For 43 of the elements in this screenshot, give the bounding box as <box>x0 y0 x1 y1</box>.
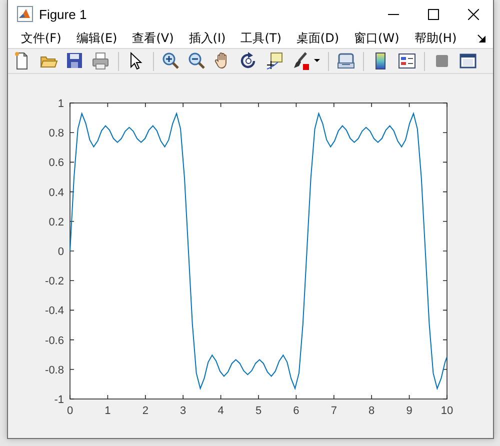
data-tip-icon[interactable] <box>265 51 285 71</box>
brush-icon[interactable] <box>291 51 311 71</box>
tick-label: -1 <box>54 394 64 406</box>
logo-icon <box>17 6 33 22</box>
zoom-out-icon[interactable] <box>187 51 207 71</box>
menu-item[interactable]: 插入(I) <box>182 28 233 48</box>
tick-label: 1 <box>104 405 111 417</box>
window-icon[interactable] <box>458 51 478 71</box>
zoom-in-icon[interactable] <box>161 51 181 71</box>
tick-label: 7 <box>330 405 337 417</box>
tick-label: 4 <box>218 405 224 417</box>
tick-label: 3 <box>180 405 186 417</box>
tick-label: 0.8 <box>48 128 64 140</box>
menu-item[interactable]: 工具(T) <box>234 28 288 48</box>
tick-label: 0 <box>58 246 64 258</box>
tick-label: 0 <box>66 405 74 417</box>
tick-label: -0.4 <box>45 305 64 318</box>
close-icon[interactable] <box>468 8 478 20</box>
tick-label: 9 <box>406 405 412 417</box>
menu-item[interactable]: 帮助(H) <box>407 28 464 48</box>
tick-label: 0.6 <box>48 157 64 170</box>
menu-item[interactable]: 文件(F) <box>14 28 68 48</box>
print-icon[interactable] <box>91 51 111 71</box>
menu-item[interactable]: 编辑(E) <box>69 28 124 48</box>
legend-icon[interactable] <box>397 51 417 71</box>
menu-item[interactable]: 窗口(W) <box>347 28 406 48</box>
menu-item[interactable]: 桌面(D) <box>289 28 346 48</box>
tick-label: -0.8 <box>45 364 64 376</box>
window-title: Figure 1 <box>39 6 88 22</box>
tick-label: -0.2 <box>45 276 64 288</box>
tick-label: 1 <box>58 98 64 110</box>
tick-label: 0.4 <box>48 186 64 199</box>
tick-label: 5 <box>255 405 262 417</box>
tick-label: 8 <box>368 405 375 417</box>
tick-label: 0.2 <box>48 216 64 228</box>
dock-arrow-icon[interactable] <box>477 34 486 42</box>
menu-item[interactable]: 查看(V) <box>125 28 181 48</box>
save-icon[interactable] <box>65 51 85 71</box>
tick-label: 2 <box>142 405 148 417</box>
tick-label: 10 <box>440 405 454 417</box>
tick-label: 6 <box>293 405 300 417</box>
tick-label: -0.6 <box>45 334 64 347</box>
maximize-icon[interactable] <box>428 8 438 20</box>
